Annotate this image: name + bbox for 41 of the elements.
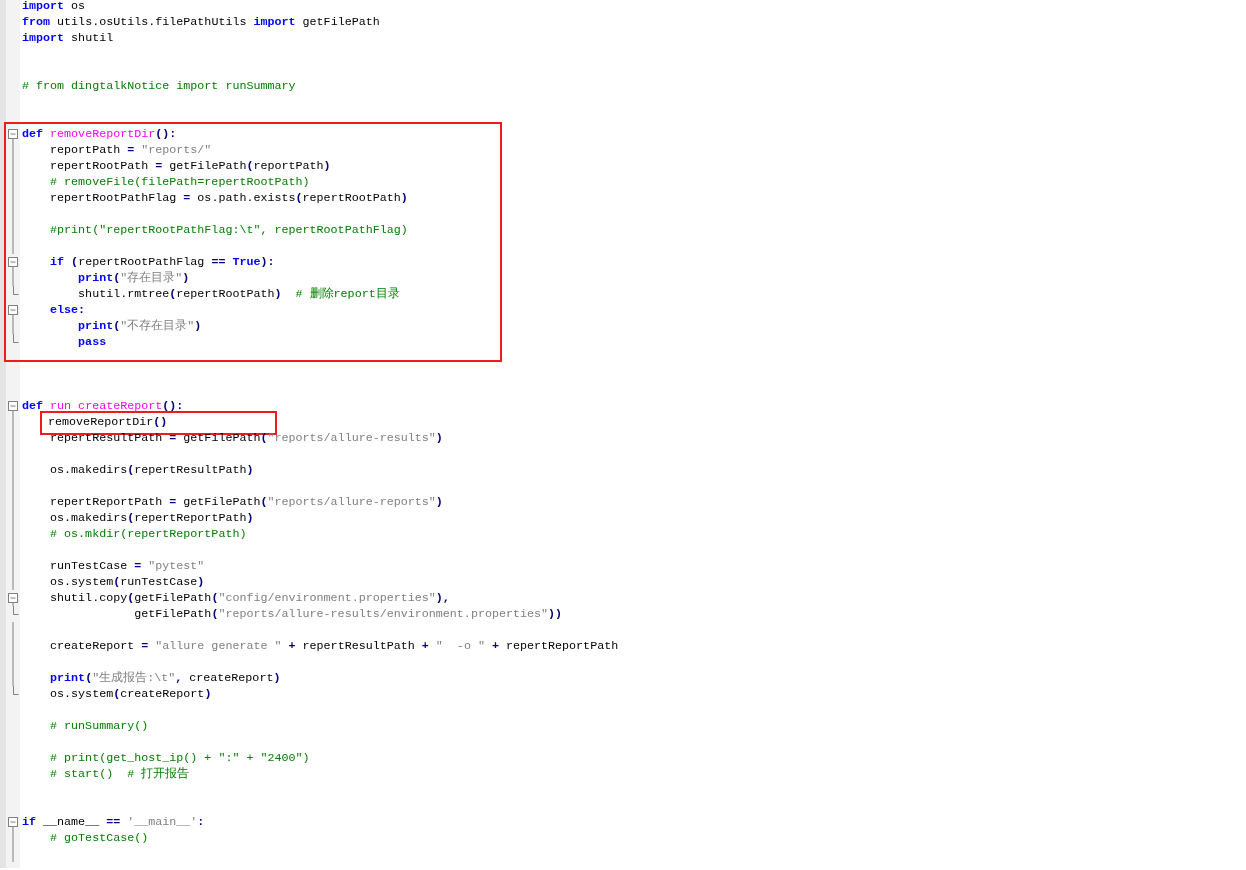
collapse-icon[interactable]: [8, 593, 18, 606]
code-line: os.system(createReport): [49, 686, 212, 702]
code-line: print("生成报告:\t", createReport): [49, 670, 281, 686]
code-line: else:: [49, 302, 86, 318]
code-line: pass: [77, 334, 107, 350]
code-line: # print(get_host_ip() + ":" + "2400"): [49, 750, 310, 766]
code-line: print("存在目录"): [77, 270, 190, 286]
code-line: print("不存在目录"): [77, 318, 202, 334]
collapse-icon[interactable]: [8, 129, 18, 142]
collapse-icon[interactable]: [8, 305, 18, 318]
code-line: repertRootPathFlag = os.path.exists(repertRootPath): [49, 190, 408, 206]
code-line: os.system(runTestCase): [49, 574, 205, 590]
code-line: import shutil: [22, 30, 114, 46]
code-line: # start() # 打开报告: [49, 766, 190, 782]
code-line: repertReportPath = getFilePath("reports/allure-reports"): [49, 494, 443, 510]
code-line: shutil.rmtree(repertRootPath) # 删除report目录: [77, 286, 400, 302]
collapse-icon[interactable]: [8, 257, 18, 270]
code-line: runTestCase = "pytest": [49, 558, 205, 574]
code-line: #print("repertRootPathFlag:\t", repertRootPathFlag): [49, 222, 408, 238]
code-line: if __name__ == '__main__':: [22, 814, 205, 830]
code-line: removeReportDir(): [48, 415, 168, 429]
code-line: from utils.osUtils.filePathUtils import getFilePath: [22, 14, 380, 30]
collapse-icon[interactable]: [8, 401, 18, 414]
code-line: getFilePath("reports/allure-results/environment.properties")): [133, 606, 563, 622]
code-line: os.makedirs(repertReportPath): [49, 510, 254, 526]
code-line: if (repertRootPathFlag == True):: [49, 254, 275, 270]
code-line: # from dingtalkNotice import runSummary: [22, 78, 296, 94]
collapse-icon[interactable]: [8, 817, 18, 830]
code-line: createReport = "allure generate " + repertResultPath + " -o " + repertReportPath: [49, 638, 619, 654]
code-line: repertRootPath = getFilePath(reportPath): [49, 158, 331, 174]
code-line: import os: [22, 0, 86, 14]
code-line: reportPath = "reports/": [49, 142, 212, 158]
code-line: def run createReport():: [22, 398, 184, 414]
code-line: os.makedirs(repertResultPath): [49, 462, 254, 478]
code-line: # goTestCase(): [49, 830, 149, 846]
code-line: repertResultPath = getFilePath("reports/allure-results"): [49, 430, 443, 446]
code-line: def removeReportDir():: [22, 126, 177, 142]
code-line: shutil.copy(getFilePath("config/environment.properties"),: [49, 590, 450, 606]
code-line: # os.mkdir(repertReportPath): [49, 526, 247, 542]
code-line: # runSummary(): [49, 718, 149, 734]
code-line: # removeFile(filePath=repertRootPath): [49, 174, 310, 190]
